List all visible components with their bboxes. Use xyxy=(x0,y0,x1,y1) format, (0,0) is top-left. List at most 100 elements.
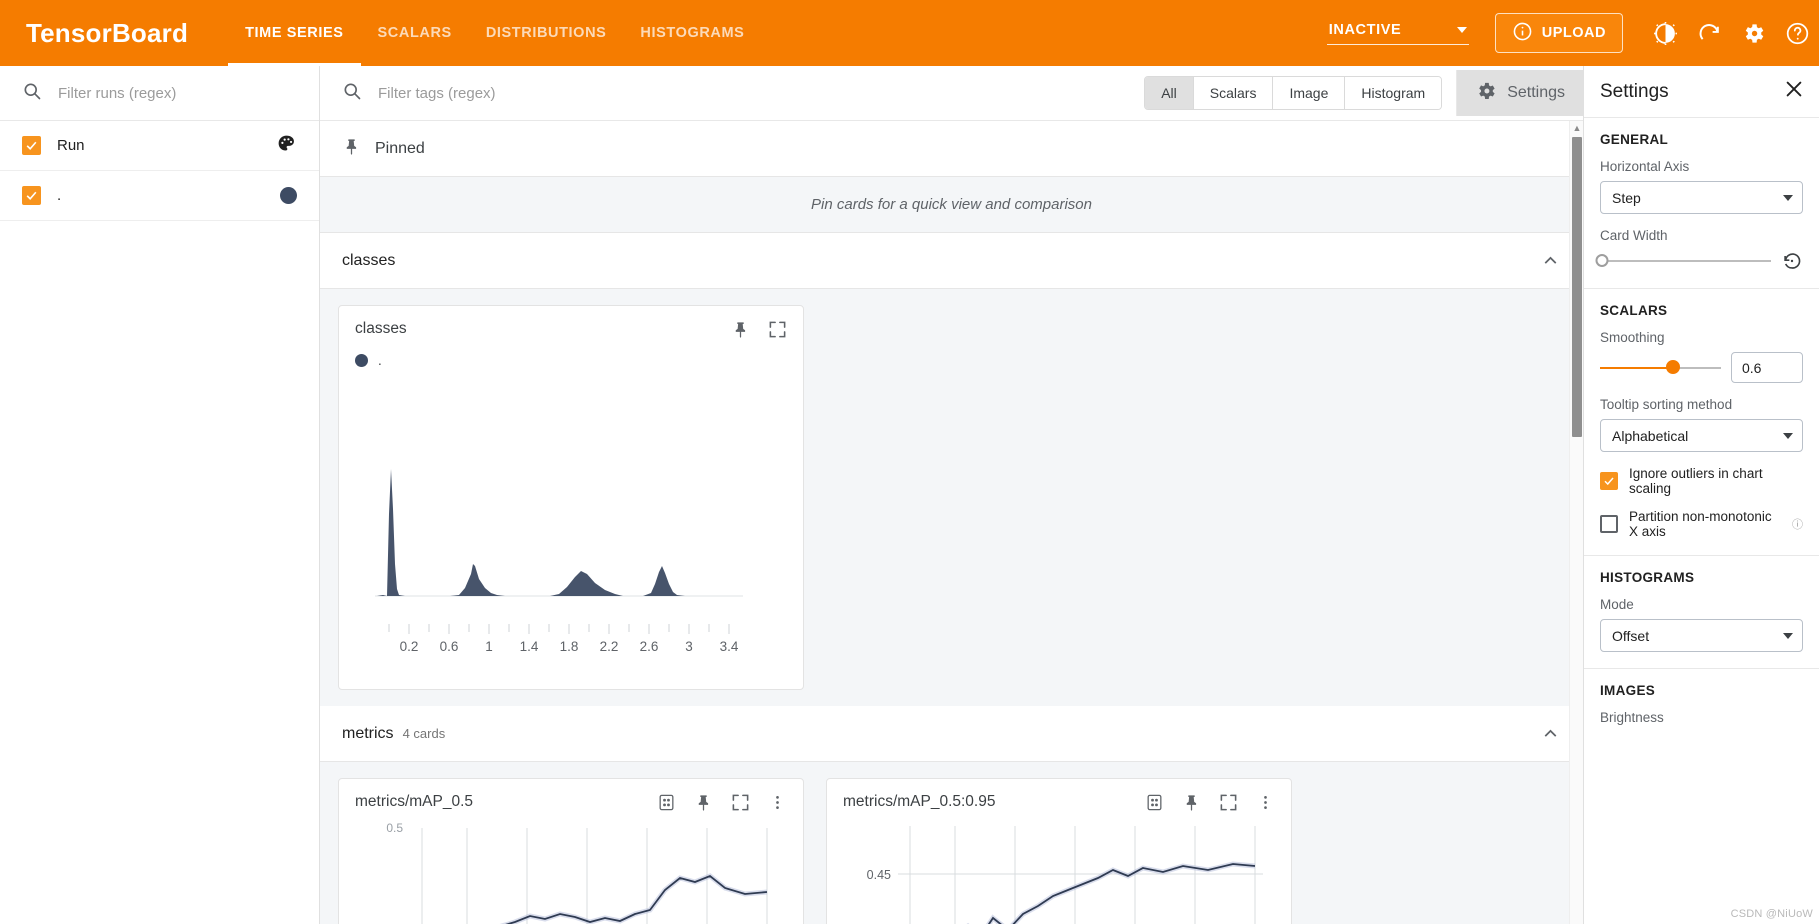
map-05-095-chart[interactable]: 0.45 xyxy=(843,818,1275,924)
main-nav-tabs: TIME SERIES SCALARS DISTRIBUTIONS HISTOG… xyxy=(228,0,761,66)
card-width-slider[interactable] xyxy=(1595,254,1771,267)
metrics-cards-area: metrics/mAP_0.5 0.5 metrics/mAP_0.5:0.95… xyxy=(320,762,1583,924)
xtick-label: 1.8 xyxy=(560,639,579,654)
run-row-header[interactable]: Run xyxy=(0,121,319,171)
pin-icon[interactable] xyxy=(1182,793,1201,812)
card-map-05-title: metrics/mAP_0.5 xyxy=(355,793,474,810)
ignore-outliers-row[interactable]: Ignore outliers in chart scaling xyxy=(1600,466,1803,496)
pin-icon[interactable] xyxy=(731,320,750,339)
card-map-05-actions xyxy=(657,793,787,812)
classes-chart[interactable]: 0.2 0.6 1 1.4 1.8 2.2 2.6 3 3.4 xyxy=(355,374,787,679)
partition-x-axis-checkbox[interactable] xyxy=(1600,515,1618,533)
group-title-wrap-metrics: metrics 4 cards xyxy=(342,725,445,743)
card-width-label: Card Width xyxy=(1600,228,1668,243)
reset-icon[interactable] xyxy=(1781,250,1803,272)
ytick-label: 0.45 xyxy=(867,868,891,882)
histogram-mode-select[interactable]: Offset xyxy=(1600,619,1803,652)
smoothing-value-box[interactable] xyxy=(1731,352,1803,383)
partition-x-axis-row[interactable]: Partition non-monotonic X axis ⓘ xyxy=(1600,509,1803,539)
chip-scalars[interactable]: Scalars xyxy=(1193,77,1274,109)
smoothing-slider-knob[interactable] xyxy=(1665,360,1680,374)
chevron-down-icon xyxy=(1456,26,1467,33)
card-classes-title: classes xyxy=(355,320,407,337)
run-color-dot[interactable] xyxy=(280,187,297,204)
scrollbar-thumb[interactable] xyxy=(1572,137,1582,437)
chevron-up-icon[interactable] xyxy=(1540,723,1561,744)
tab-scalars-label: SCALARS xyxy=(377,25,452,41)
legend-label: . xyxy=(378,353,382,368)
smoothing-label: Smoothing xyxy=(1600,330,1665,345)
content-column: All Scalars Image Histogram Settings xyxy=(320,66,1583,924)
cards-scroll-region: Pinned Pin cards for a quick view and co… xyxy=(320,121,1583,924)
settings-panel-header: Settings xyxy=(1584,66,1819,118)
smoothing-slider[interactable] xyxy=(1600,360,1721,374)
app-body: Run . xyxy=(0,66,1819,924)
info-icon xyxy=(1512,21,1533,46)
chevron-down-icon xyxy=(1783,632,1793,639)
settings-toggle-button[interactable]: Settings xyxy=(1456,70,1583,116)
fullscreen-icon[interactable] xyxy=(1219,793,1238,812)
pinned-title: Pinned xyxy=(375,139,425,157)
fullscreen-icon[interactable] xyxy=(731,793,750,812)
chip-all[interactable]: All xyxy=(1145,77,1194,109)
upload-button-label: UPLOAD xyxy=(1541,25,1606,41)
chip-image[interactable]: Image xyxy=(1273,77,1346,109)
tab-scalars[interactable]: SCALARS xyxy=(361,0,469,66)
xtick-label: 0.6 xyxy=(440,639,459,654)
fullscreen-icon[interactable] xyxy=(768,320,787,339)
chevron-up-icon[interactable] xyxy=(1540,250,1561,271)
data-table-icon[interactable] xyxy=(657,793,676,812)
group-name-classes: classes xyxy=(342,251,396,269)
map-05-chart[interactable]: 0.5 xyxy=(355,818,787,924)
reload-status-value: INACTIVE xyxy=(1328,21,1402,38)
content-scrollbar[interactable]: ▲ xyxy=(1569,121,1583,924)
gear-icon xyxy=(1475,80,1497,107)
run-checkbox[interactable] xyxy=(22,186,41,205)
tag-filter-input[interactable] xyxy=(376,83,636,103)
chevron-down-icon xyxy=(1783,194,1793,201)
brightness-icon[interactable] xyxy=(1643,11,1687,55)
pin-icon[interactable] xyxy=(694,793,713,812)
tab-time-series[interactable]: TIME SERIES xyxy=(228,0,361,66)
more-vert-icon[interactable] xyxy=(768,793,787,812)
map-05-095-chart-svg: 0.45 xyxy=(867,826,1263,924)
tab-histograms[interactable]: HISTOGRAMS xyxy=(623,0,761,66)
scroll-up-arrow[interactable]: ▲ xyxy=(1570,121,1583,135)
refresh-icon[interactable] xyxy=(1687,11,1731,55)
run-checkbox-all[interactable] xyxy=(22,136,41,155)
card-classes-actions xyxy=(731,320,787,339)
tag-search-wrap xyxy=(342,81,1144,106)
close-icon[interactable] xyxy=(1783,78,1805,105)
ignore-outliers-checkbox[interactable] xyxy=(1600,472,1618,490)
tab-distributions[interactable]: DISTRIBUTIONS xyxy=(469,0,624,66)
help-icon[interactable] xyxy=(1775,11,1819,55)
xtick-label: 3 xyxy=(685,639,693,654)
horizontal-axis-select[interactable]: Step xyxy=(1600,181,1803,214)
ytick-label: 0.5 xyxy=(386,821,403,835)
settings-images-heading: IMAGES xyxy=(1600,683,1656,698)
help-icon[interactable]: ⓘ xyxy=(1792,516,1803,532)
gear-icon[interactable] xyxy=(1731,11,1775,55)
more-vert-icon[interactable] xyxy=(1256,793,1275,812)
upload-button[interactable]: UPLOAD xyxy=(1494,13,1623,53)
data-table-icon[interactable] xyxy=(1145,793,1164,812)
palette-icon[interactable] xyxy=(276,133,297,159)
card-map-05-095-title: metrics/mAP_0.5:0.95 xyxy=(843,793,996,810)
horizontal-axis-label: Horizontal Axis xyxy=(1600,159,1690,174)
tooltip-sorting-select[interactable]: Alphabetical xyxy=(1600,419,1803,452)
smoothing-value-input[interactable] xyxy=(1740,358,1794,377)
settings-general-heading: GENERAL xyxy=(1600,132,1669,147)
card-map-05-095: metrics/mAP_0.5:0.95 0.45 xyxy=(826,778,1292,924)
run-item-label: . xyxy=(57,187,62,204)
group-header-metrics[interactable]: metrics 4 cards xyxy=(320,706,1583,762)
chip-histogram[interactable]: Histogram xyxy=(1345,77,1442,109)
main-pane: All Scalars Image Histogram Settings xyxy=(320,66,1819,924)
group-header-classes[interactable]: classes xyxy=(320,233,1583,289)
card-width-slider-knob[interactable] xyxy=(1595,254,1609,267)
run-row-item[interactable]: . xyxy=(0,171,319,221)
xtick-label: 1.4 xyxy=(520,639,539,654)
settings-panel: Settings GENERAL Horizontal Axis Step Ca… xyxy=(1583,66,1819,924)
xtick-label: 3.4 xyxy=(720,639,739,654)
reload-status-select[interactable]: INACTIVE xyxy=(1326,21,1469,45)
run-filter-input[interactable] xyxy=(56,83,297,103)
